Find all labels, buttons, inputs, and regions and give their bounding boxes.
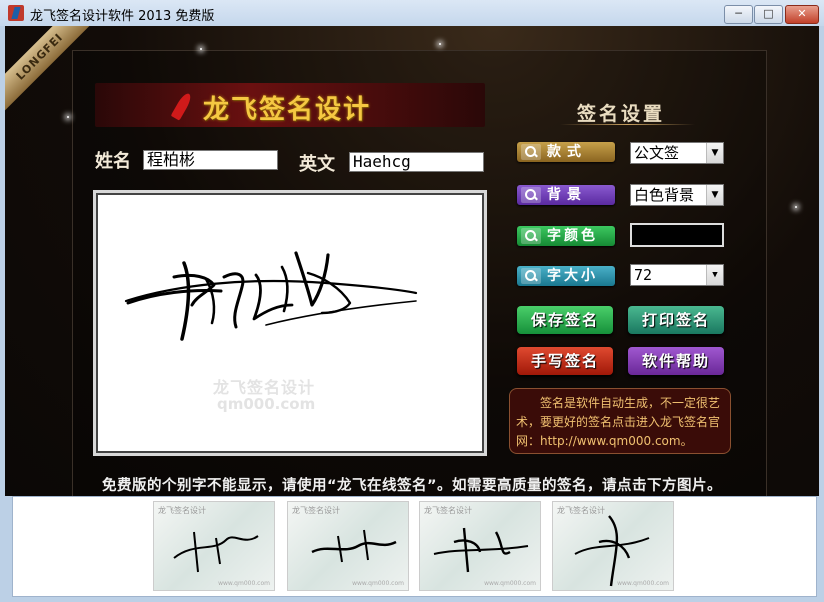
style-option-button[interactable]: 款式: [517, 142, 615, 162]
dropdown-arrow-icon[interactable]: ▼: [706, 185, 723, 205]
magnifier-icon: [521, 144, 541, 160]
thumbnail-footer: www.qm000.com: [484, 580, 536, 587]
sparkle-decoration: [439, 43, 441, 45]
magnifier-icon: [521, 228, 541, 244]
notice-box[interactable]: 签名是软件自动生成，不一定很艺术，要更好的签名点击进入龙飞签名官网：http:/…: [509, 388, 731, 454]
dropdown-arrow-icon[interactable]: ▼: [706, 143, 723, 163]
software-help-button[interactable]: 软件帮助: [628, 347, 724, 375]
signature-canvas: [93, 190, 487, 456]
close-button[interactable]: ✕: [785, 5, 819, 24]
font-size-select[interactable]: 72 ▼: [630, 264, 724, 286]
sparkle-decoration: [795, 206, 797, 208]
signature-drawing: [124, 251, 418, 341]
font-size-option-button[interactable]: 字大小: [517, 266, 615, 286]
sample-signature-thumbnail[interactable]: 龙飞签名设计 www.qm000.com: [287, 501, 409, 591]
thumbnail-footer: www.qm000.com: [617, 580, 669, 587]
style-select[interactable]: 公文签 ▼: [630, 142, 724, 164]
handwrite-signature-button[interactable]: 手写签名: [517, 347, 613, 375]
font-color-option-button[interactable]: 字颜色: [517, 226, 615, 246]
app-window: 龙飞签名设计软件 2013 免费版 ─ □ ✕ LONGFEI 龙飞签名设计 姓…: [0, 0, 824, 602]
magnifier-icon: [521, 268, 541, 284]
thumbnail-footer: www.qm000.com: [352, 580, 404, 587]
font-color-option-label: 字颜色: [547, 228, 598, 244]
thumbnail-caption: 龙飞签名设计: [158, 506, 206, 515]
free-version-notice: 免费版的个别字不能显示，请使用“龙飞在线签名”。如需要高质量的签名，请点击下方图…: [101, 478, 723, 494]
thumbnail-caption: 龙飞签名设计: [292, 506, 340, 515]
sample-thumbnails: 龙飞签名设计 www.qm000.com 龙飞签名设计 www.qm000.co…: [12, 496, 817, 597]
sparkle-decoration: [67, 116, 69, 118]
maximize-button[interactable]: □: [754, 5, 783, 24]
sample-signature-thumbnail[interactable]: 龙飞签名设计 www.qm000.com: [552, 501, 674, 591]
settings-title: 签名设置: [577, 103, 666, 125]
brand-banner: 龙飞签名设计: [95, 83, 485, 127]
minimize-button[interactable]: ─: [724, 5, 753, 24]
settings-divider: [560, 124, 695, 125]
font-color-swatch[interactable]: [630, 223, 724, 247]
style-option-label: 款式: [547, 144, 587, 160]
background-select[interactable]: 白色背景 ▼: [630, 184, 724, 206]
english-label: 英文: [299, 154, 335, 175]
background-option-label: 背景: [547, 187, 587, 203]
thumbnail-caption: 龙飞签名设计: [424, 506, 472, 515]
font-size-option-label: 字大小: [547, 268, 598, 284]
window-title: 龙飞签名设计软件 2013 免费版: [30, 9, 215, 24]
watermark-url: qm000.com: [217, 395, 316, 413]
thumbnail-footer: www.qm000.com: [218, 580, 270, 587]
background-option-button[interactable]: 背景: [517, 185, 615, 205]
save-signature-button[interactable]: 保存签名: [517, 306, 613, 334]
name-input[interactable]: 程柏彬: [143, 150, 278, 170]
banner-title: 龙飞签名设计: [203, 95, 372, 125]
font-size-select-value: 72: [634, 266, 653, 284]
sparkle-decoration: [200, 48, 202, 50]
dropdown-arrow-icon[interactable]: ▼: [706, 265, 723, 285]
title-bar[interactable]: 龙飞签名设计软件 2013 免费版 ─ □ ✕: [0, 0, 824, 26]
style-select-value: 公文签: [634, 144, 680, 162]
magnifier-icon: [521, 187, 541, 203]
sample-signature-thumbnail[interactable]: 龙飞签名设计 www.qm000.com: [153, 501, 275, 591]
name-label: 姓名: [95, 151, 131, 172]
thumbnail-caption: 龙飞签名设计: [557, 506, 605, 515]
main-panel: LONGFEI 龙飞签名设计 姓名 程柏彬 英文 Haehcg 龙飞签名设计 q…: [5, 26, 819, 496]
app-logo-icon: [8, 5, 24, 21]
english-input[interactable]: Haehcg: [349, 152, 484, 172]
sample-signature-thumbnail[interactable]: 龙飞签名设计 www.qm000.com: [419, 501, 541, 591]
feather-icon: [170, 91, 194, 121]
background-select-value: 白色背景: [634, 186, 695, 204]
print-signature-button[interactable]: 打印签名: [628, 306, 724, 334]
